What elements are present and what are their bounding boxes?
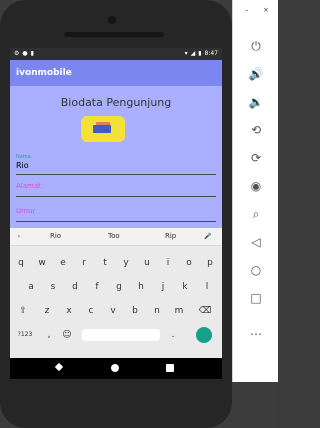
back-button[interactable] <box>54 362 64 372</box>
keyboard-row-3: ⇧ z x c v b n m ⌫ <box>10 302 222 320</box>
phone-frame: ⚙ ● ▮ ▾ ◢ ▮ 8:47 ivonmobile Biodata Peng… <box>0 0 232 428</box>
key-o[interactable]: o <box>180 254 198 272</box>
key-p[interactable]: p <box>201 254 219 272</box>
signal-icon: ◢ <box>190 50 196 57</box>
books-logo <box>81 116 125 142</box>
key-i[interactable]: i <box>159 254 177 272</box>
battery-icon: ▮ <box>198 50 202 57</box>
address-field[interactable]: Alamat <box>16 181 216 197</box>
rotate-left-icon[interactable]: ⟲ <box>246 120 266 140</box>
notification-icon: ● <box>22 50 28 57</box>
camera-dot <box>108 16 116 24</box>
key-u[interactable]: u <box>138 254 156 272</box>
power-icon[interactable]: ⏻ <box>246 36 266 56</box>
emulator-stage: ⚙ ● ▮ ▾ ◢ ▮ 8:47 ivonmobile Biodata Peng… <box>0 0 278 428</box>
status-time: 8:47 <box>204 50 218 57</box>
key-t[interactable]: t <box>96 254 114 272</box>
page-title: Biodata Pengunjung <box>60 96 172 109</box>
close-button[interactable]: × <box>263 6 269 14</box>
key-e[interactable]: e <box>54 254 72 272</box>
emulator-controls: – × ⏻ 🔊 🔉 ⟲ ⟳ ◉ ⌕ ◁ ○ □ ⋯ <box>232 0 278 382</box>
sd-icon: ▮ <box>30 50 34 57</box>
suggestion-1[interactable]: Rio <box>50 232 61 240</box>
age-field[interactable]: Umur <box>16 206 216 222</box>
app-title: ivonmobile <box>10 60 222 86</box>
key-v[interactable]: v <box>104 302 122 320</box>
zoom-icon[interactable]: ⌕ <box>246 204 266 224</box>
key-h[interactable]: h <box>132 278 150 296</box>
status-bar: ⚙ ● ▮ ▾ ◢ ▮ 8:47 <box>10 48 222 60</box>
comma-key[interactable]: , <box>40 326 58 344</box>
key-f[interactable]: f <box>88 278 106 296</box>
key-d[interactable]: d <box>66 278 84 296</box>
address-hint: Alamat <box>16 182 41 190</box>
phone-screen: ⚙ ● ▮ ▾ ◢ ▮ 8:47 ivonmobile Biodata Peng… <box>10 48 222 379</box>
key-a[interactable]: a <box>22 278 40 296</box>
emulator-background <box>232 382 278 428</box>
key-l[interactable]: l <box>198 278 216 296</box>
home-icon[interactable]: ○ <box>246 260 266 280</box>
book-icon <box>93 125 111 133</box>
name-label: Nama <box>16 154 31 160</box>
shift-icon[interactable]: ⇧ <box>14 302 32 320</box>
suggestion-strip: › Rio Too Rip 🎤 <box>10 228 222 246</box>
key-x[interactable]: x <box>60 302 78 320</box>
key-symbols[interactable]: ?123 <box>12 326 38 344</box>
key-b[interactable]: b <box>126 302 144 320</box>
key-y[interactable]: y <box>117 254 135 272</box>
back-icon[interactable]: ◁ <box>246 232 266 252</box>
key-r[interactable]: r <box>75 254 93 272</box>
key-k[interactable]: k <box>176 278 194 296</box>
key-c[interactable]: c <box>82 302 100 320</box>
volume-down-icon[interactable]: 🔉 <box>246 92 266 112</box>
android-navbar <box>10 358 222 379</box>
key-j[interactable]: j <box>154 278 172 296</box>
name-value: Rio <box>16 161 29 170</box>
key-n[interactable]: n <box>148 302 166 320</box>
suggestion-2[interactable]: Too <box>108 232 120 240</box>
minimize-button[interactable]: – <box>245 6 249 14</box>
soft-keyboard: › Rio Too Rip 🎤 q w e r t y u i o p a s … <box>10 228 222 358</box>
period-key[interactable]: . <box>164 326 182 344</box>
space-bar[interactable] <box>82 329 160 341</box>
keyboard-row-4: ?123 , ☺ . <box>10 326 222 344</box>
enter-key[interactable] <box>196 327 212 343</box>
volume-up-icon[interactable]: 🔊 <box>246 64 266 84</box>
mic-icon[interactable]: 🎤 <box>202 228 214 246</box>
home-button[interactable] <box>111 364 119 372</box>
key-m[interactable]: m <box>170 302 188 320</box>
settings-icon: ⚙ <box>14 50 20 57</box>
key-w[interactable]: w <box>33 254 51 272</box>
suggestion-3[interactable]: Rip <box>165 232 176 240</box>
overview-button[interactable] <box>166 364 174 372</box>
emoji-icon[interactable]: ☺ <box>58 326 76 344</box>
key-q[interactable]: q <box>12 254 30 272</box>
rotate-right-icon[interactable]: ⟳ <box>246 148 266 168</box>
name-field[interactable]: Rio <box>16 161 216 175</box>
keyboard-row-2: a s d f g h j k l <box>10 278 222 296</box>
chevron-right-icon[interactable]: › <box>14 228 24 246</box>
key-s[interactable]: s <box>44 278 62 296</box>
age-hint: Umur <box>16 207 36 215</box>
more-icon[interactable]: ⋯ <box>246 324 266 344</box>
keyboard-row-1: q w e r t y u i o p <box>10 254 222 272</box>
overview-icon[interactable]: □ <box>246 288 266 308</box>
key-z[interactable]: z <box>38 302 56 320</box>
camera-icon[interactable]: ◉ <box>246 176 266 196</box>
backspace-icon[interactable]: ⌫ <box>196 302 214 320</box>
wifi-icon: ▾ <box>184 50 188 57</box>
key-g[interactable]: g <box>110 278 128 296</box>
speaker-grill <box>64 32 164 37</box>
